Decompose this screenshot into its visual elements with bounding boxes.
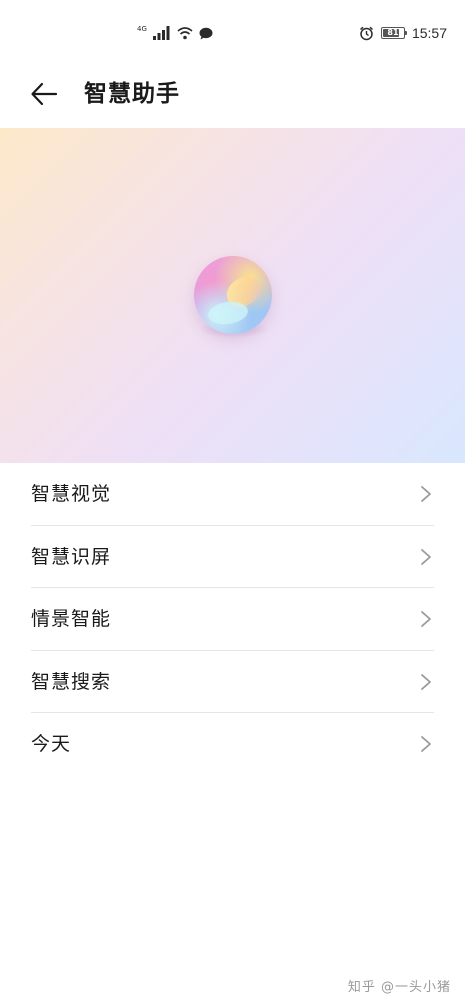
menu-item-smart-screen-recognition[interactable]: 智慧识屏 xyxy=(31,526,434,588)
page-title: 智慧助手 xyxy=(84,81,180,107)
menu-item-scenario-intelligence[interactable]: 情景智能 xyxy=(31,588,434,651)
chevron-right-icon xyxy=(421,548,431,565)
status-right-icons: 81 15:57 xyxy=(359,24,447,42)
back-button[interactable] xyxy=(26,76,62,112)
menu-item-label: 智慧视觉 xyxy=(31,483,112,505)
menu-item-label: 情景智能 xyxy=(31,608,112,630)
chevron-right-icon xyxy=(421,611,431,627)
settings-menu-list: 智慧视觉 智慧识屏 情景智能 智慧搜索 今天 xyxy=(0,463,465,776)
menu-item-label: 智慧搜索 xyxy=(31,670,112,693)
chat-bubble-icon xyxy=(199,27,213,39)
arrow-left-icon xyxy=(31,82,58,106)
battery-level: 81 xyxy=(387,28,399,37)
alarm-clock-icon xyxy=(359,26,373,40)
status-left-icons: 4G xyxy=(137,24,213,42)
chevron-right-icon xyxy=(421,736,431,752)
menu-item-label: 今天 xyxy=(31,733,72,755)
hero-banner xyxy=(0,128,465,463)
cellular-signal-icon xyxy=(152,26,170,40)
chevron-right-icon xyxy=(421,673,431,690)
chevron-right-icon xyxy=(421,486,431,502)
network-type-label: 4G xyxy=(137,24,147,33)
menu-item-today[interactable]: 今天 xyxy=(31,713,434,776)
battery-icon: 81 xyxy=(380,27,407,39)
menu-item-label: 智慧识屏 xyxy=(31,545,112,568)
clock-time: 15:57 xyxy=(411,25,447,41)
menu-item-smart-vision[interactable]: 智慧视觉 xyxy=(31,463,434,526)
app-header: 智慧助手 xyxy=(0,64,465,124)
status-bar: 4G 81 15:57 xyxy=(0,0,465,64)
watermark: 知乎 @一头小猪 xyxy=(347,980,451,995)
menu-item-smart-search[interactable]: 智慧搜索 xyxy=(31,651,434,713)
wifi-icon xyxy=(177,27,193,40)
